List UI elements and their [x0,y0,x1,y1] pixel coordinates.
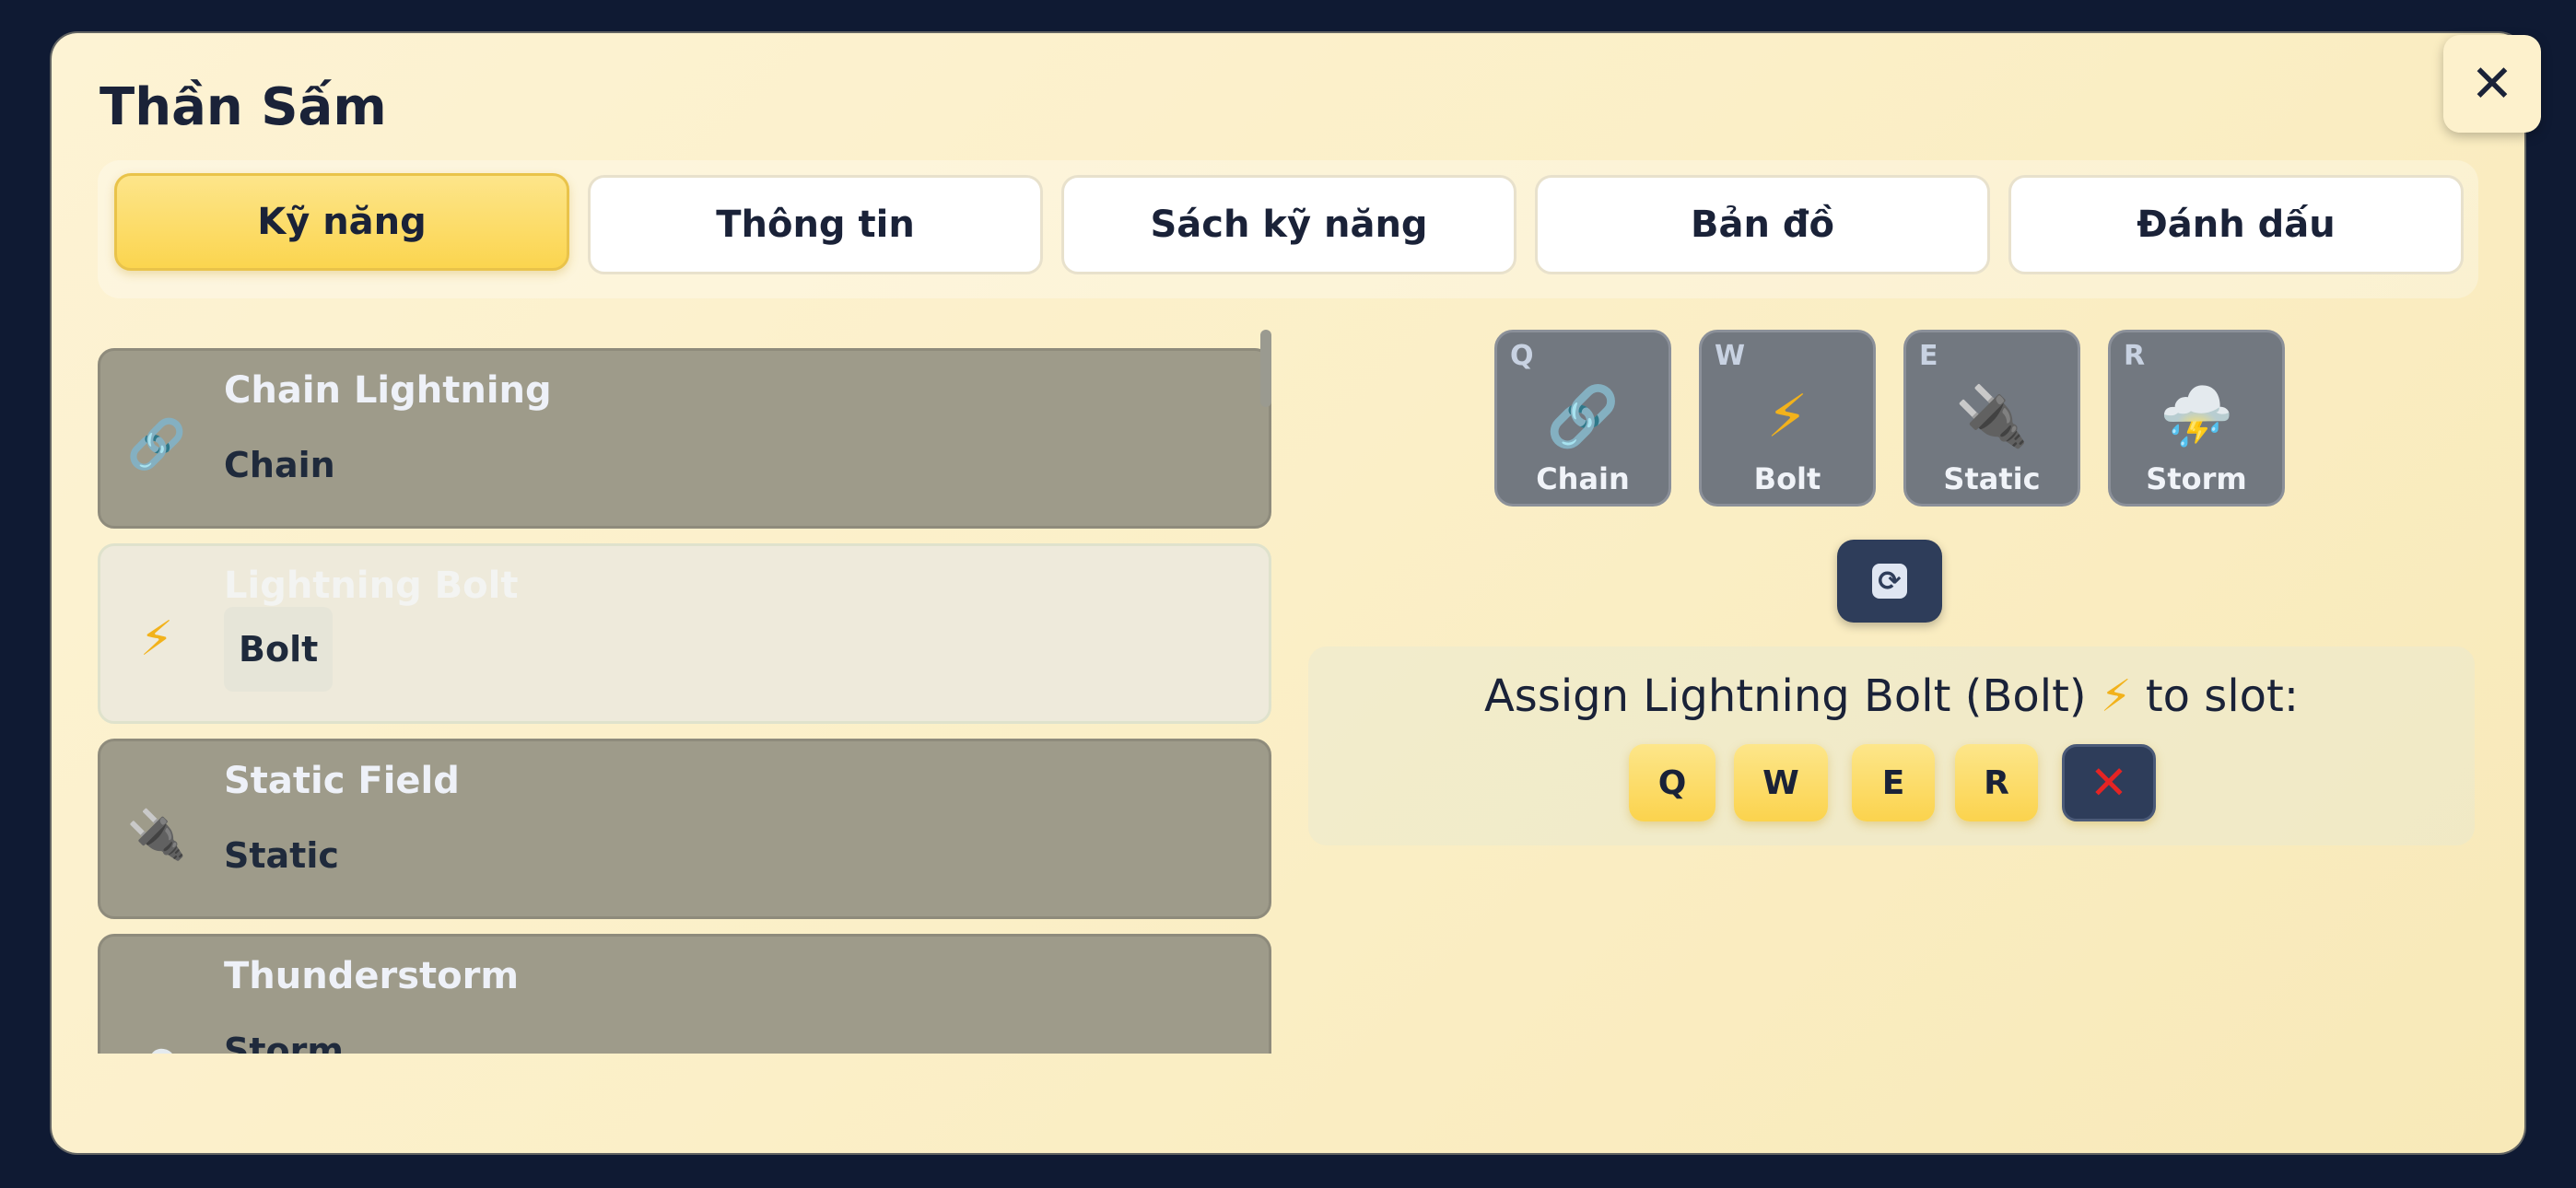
assign-e-button[interactable]: E [1852,744,1935,821]
skill-item-thunderstorm[interactable]: ⛈️ Thunderstorm Storm [98,934,1271,1054]
slot-e[interactable]: E 🔌 Static [1903,330,2080,507]
link-icon: 🔗 [126,416,187,472]
slot-key: E [1919,340,1938,372]
skill-item-lightning-bolt[interactable]: ⚡ Lightning Bolt Bolt [98,543,1271,724]
skill-item-chain-lightning[interactable]: 🔗 Chain Lightning Chain [98,348,1271,529]
slot-label: Storm [2146,461,2247,496]
slot-label: Bolt [1753,461,1821,496]
skill-name: Thunderstorm [224,955,520,997]
slot-label: Chain [1536,461,1630,496]
refresh-icon: ⟳ [1872,564,1907,599]
skill-name: Lightning Bolt [224,565,519,607]
thunderstorm-icon: ⛈️ [2160,383,2233,451]
refresh-button[interactable]: ⟳ [1837,540,1942,623]
skill-name: Static Field [224,760,460,802]
skill-name: Chain Lightning [224,369,552,412]
tab-bar: Kỹ năng Thông tin Sách kỹ năng Bản đồ Đá… [98,160,2478,298]
thunderstorm-icon: ⛈️ [124,1042,189,1054]
electric-plug-icon: 🔌 [126,807,187,863]
clear-slot-button[interactable]: ✕ [2062,744,2156,821]
dialog-title: Thần Sấm [100,77,387,137]
skill-short-label: Storm [224,1031,344,1054]
slot-r[interactable]: R ⛈️ Storm [2108,330,2285,507]
assign-w-button[interactable]: W [1734,744,1828,821]
slot-key: Q [1510,340,1534,372]
assign-q-button[interactable]: Q [1629,744,1715,821]
assign-prompt-prefix: Assign Lightning Bolt (Bolt) [1483,670,2087,722]
assign-prompt: Assign Lightning Bolt (Bolt) ⚡ to slot: [1308,670,2475,722]
tab-info[interactable]: Thông tin [588,175,1043,274]
tab-markers[interactable]: Đánh dấu [2008,175,2464,274]
assign-prompt-suffix: to slot: [2145,670,2300,722]
skill-list[interactable]: 🔗 Chain Lightning Chain ⚡ Lightning Bolt… [98,332,1273,1054]
slot-label: Static [1943,461,2041,496]
electric-plug-icon: 🔌 [1955,383,2029,451]
lightning-bolt-icon: ⚡ [2100,670,2132,722]
tab-skills[interactable]: Kỹ năng [114,173,569,271]
tab-skill-book[interactable]: Sách kỹ năng [1061,175,1516,274]
slot-key: W [1715,340,1746,372]
assign-r-button[interactable]: R [1955,744,2038,821]
assign-panel: Assign Lightning Bolt (Bolt) ⚡ to slot: … [1308,646,2475,845]
skill-short-label: Chain [224,445,335,485]
lightning-bolt-icon: ⚡ [1766,383,1809,451]
slot-w[interactable]: W ⚡ Bolt [1699,330,1876,507]
skill-short-label: Bolt [224,607,334,692]
skill-list-scrollbar[interactable] [1260,330,1271,407]
slot-key: R [2124,340,2146,372]
close-icon: ✕ [2090,756,2128,809]
link-icon: 🔗 [1546,383,1620,451]
slot-q[interactable]: Q 🔗 Chain [1494,330,1671,507]
close-button[interactable]: ✕ [2443,35,2541,133]
skill-short-label: Static [224,835,339,876]
close-icon: ✕ [2470,53,2514,114]
lightning-bolt-icon: ⚡ [139,611,174,667]
tab-map[interactable]: Bản đồ [1535,175,1990,274]
skill-item-static-field[interactable]: 🔌 Static Field Static [98,739,1271,919]
